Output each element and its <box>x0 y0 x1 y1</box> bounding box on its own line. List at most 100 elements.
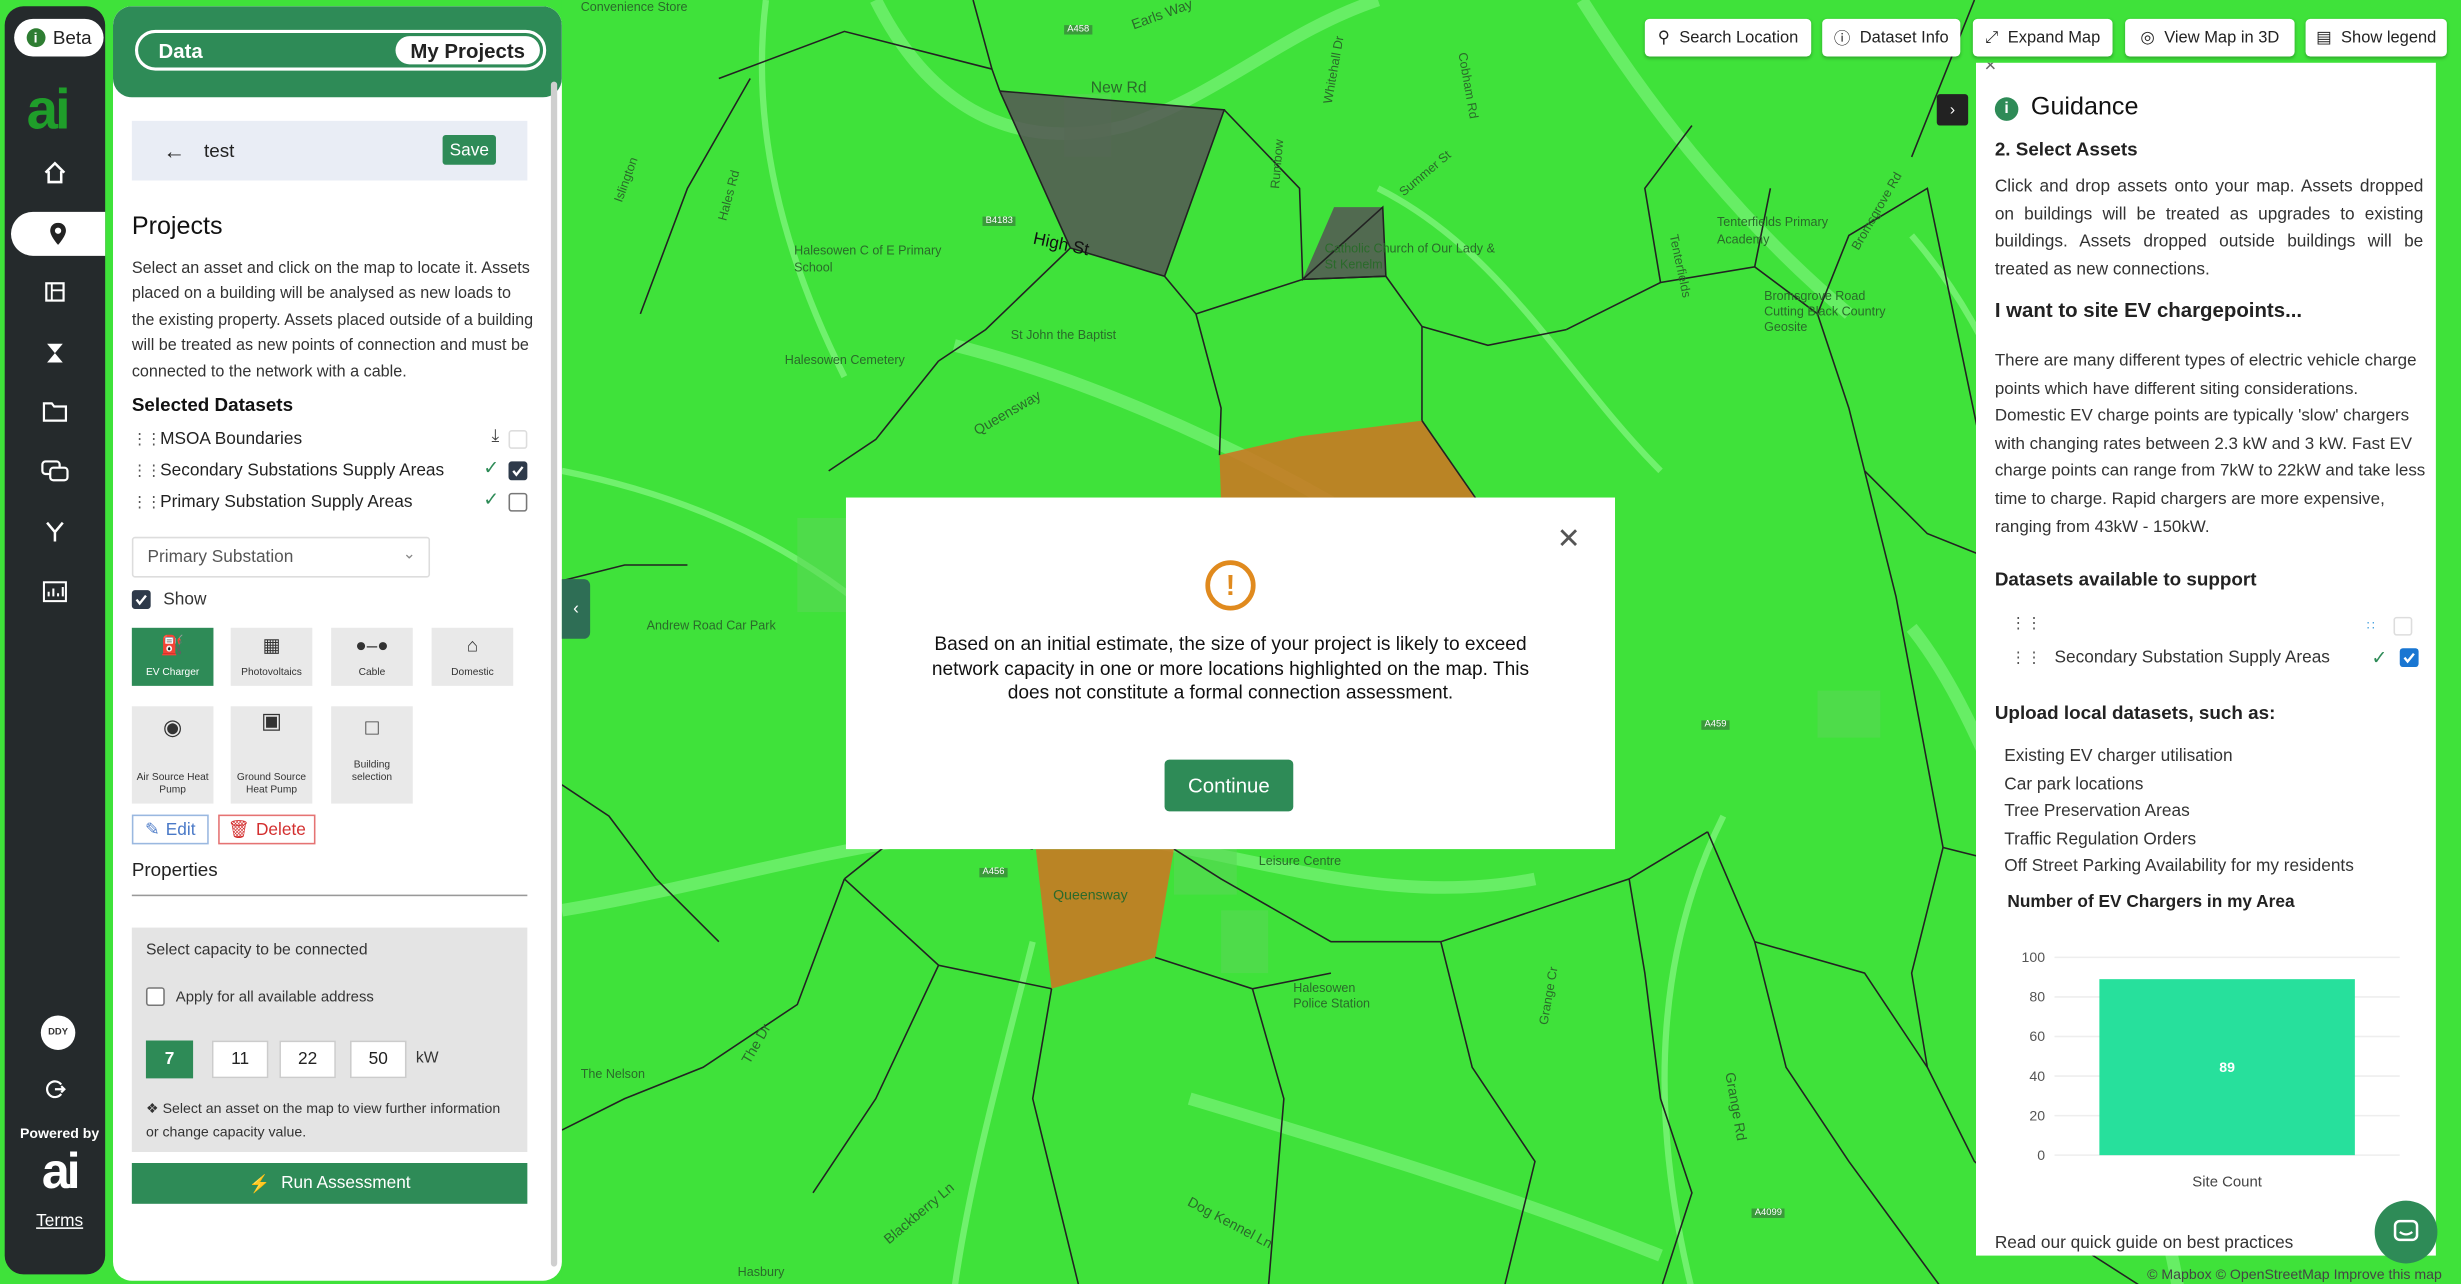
tab-my-projects[interactable]: My Projects <box>395 36 540 65</box>
download-icon[interactable]: ⤓ <box>491 427 499 447</box>
terms-link[interactable]: Terms <box>5 1212 115 1231</box>
nav-chat[interactable] <box>5 449 105 493</box>
delete-button[interactable]: 🗑 Delete <box>218 814 316 845</box>
upload-item: Car park locations <box>2004 774 2144 794</box>
close-icon[interactable]: ✕ <box>1557 523 1581 556</box>
info-icon: ❖ <box>145 1100 163 1116</box>
globe-icon: ◎ <box>2140 28 2155 48</box>
nav-hourglass[interactable] <box>5 331 105 375</box>
road-shield: A456 <box>979 867 1008 878</box>
save-button[interactable]: Save <box>442 134 496 165</box>
expand-map-button[interactable]: ⤢ Expand Map <box>1972 18 2113 57</box>
kw-option-50[interactable]: 50 <box>349 1040 407 1079</box>
search-location-button[interactable]: ⚲ Search Location <box>1644 18 1812 57</box>
asset-building-selection[interactable]: □ Building selection <box>331 706 413 804</box>
asset-ground-source-heat-pump[interactable]: ▣ Ground Source Heat Pump <box>230 706 313 804</box>
y-tick-label: 100 <box>2022 949 2046 965</box>
map-label: Andrew Road Car Park <box>646 618 776 633</box>
capacity-note-text: Select an asset on the map to view furth… <box>145 1100 501 1139</box>
run-assessment-button[interactable]: ⚡ Run Assessment <box>131 1162 528 1204</box>
best-practices-link[interactable]: Read our quick guide on best practices <box>1995 1234 2293 1253</box>
view-3d-button[interactable]: ◎ View Map in 3D <box>2125 18 2295 57</box>
asset-ev-charger[interactable]: ⛽ EV Charger <box>131 627 214 686</box>
show-legend-button[interactable]: ▤ Show legend <box>2305 18 2447 57</box>
map-label: St John the Baptist <box>1010 328 1117 343</box>
kw-option-7[interactable]: 7 <box>145 1040 194 1079</box>
asset-photovoltaics[interactable]: ▦ Photovoltaics <box>230 627 313 686</box>
search-icon: ⚲ <box>1657 28 1670 48</box>
guidance-header: i Guidance <box>1994 94 2138 122</box>
drag-handle-icon[interactable]: ⋮⋮ <box>132 494 162 511</box>
support-dataset-checkbox[interactable] <box>2399 648 2419 668</box>
asset-domestic[interactable]: ⌂ Domestic <box>431 627 514 686</box>
drag-handle-icon[interactable]: ⋮⋮ <box>132 431 162 448</box>
dataset-label: Primary Substation Supply Areas <box>160 492 413 512</box>
kw-option-11[interactable]: 11 <box>211 1040 269 1079</box>
nav-map[interactable] <box>5 270 105 314</box>
app-logo[interactable]: ai <box>27 81 71 139</box>
nav-folder[interactable] <box>5 389 105 433</box>
show-checkbox[interactable] <box>131 590 151 609</box>
capacity-box: Select capacity to be connected Apply fo… <box>131 927 528 1153</box>
upload-item: Traffic Regulation Orders <box>2004 829 2197 849</box>
dataset-checkbox[interactable] <box>2393 616 2413 636</box>
map-label: Halesowen Cemetery <box>784 353 905 368</box>
map-label: Bromsgrove Road Cutting Black Country Ge… <box>1764 288 1886 335</box>
dataset-checkbox[interactable] <box>508 492 528 512</box>
building-selection-icon: □ <box>365 714 379 740</box>
upload-item: Tree Preservation Areas <box>2004 802 2190 822</box>
project-name[interactable]: test <box>204 140 234 162</box>
dataset-info-button[interactable]: ⓘ Dataset Info <box>1822 18 1961 57</box>
checkmark-icon <box>2403 652 2415 664</box>
edit-button[interactable]: ✎ Edit <box>131 814 209 845</box>
dataset-row[interactable]: ⋮⋮ Primary Substation Supply Areas ✓ <box>132 488 534 516</box>
chat-bubble-icon <box>2393 1219 2419 1242</box>
map-label: Halesowen Police Station <box>1293 980 1371 1011</box>
nav-merge[interactable] <box>5 510 105 554</box>
asset-label: Ground Source Heat Pump <box>236 772 307 796</box>
nav-map-pin[interactable] <box>10 211 106 256</box>
guidance-toggle-button[interactable]: › <box>1936 94 1969 126</box>
avatar[interactable]: DDY <box>40 1015 76 1050</box>
upload-item: Off Street Parking Availability for my r… <box>2004 857 2354 877</box>
dataset-row[interactable]: ⋮⋮ Secondary Substations Supply Areas ✓ <box>132 457 534 485</box>
drag-handle-icon[interactable]: ⋮⋮ <box>132 462 162 479</box>
capacity-title: Select capacity to be connected <box>145 941 368 959</box>
nav-chart[interactable] <box>5 570 105 614</box>
apply-all-checkbox[interactable] <box>145 987 165 1007</box>
dataset-label: MSOA Boundaries <box>160 430 303 449</box>
cable-icon: ●–● <box>355 634 389 657</box>
panel-scrollbar[interactable] <box>550 81 558 1267</box>
chat-support-button[interactable] <box>2374 1200 2438 1264</box>
map-label: Halesowen C of E Primary School <box>794 243 942 275</box>
apply-all-toggle[interactable]: Apply for all available address <box>145 987 374 1007</box>
search-location-label: Search Location <box>1679 28 1799 48</box>
house-icon: ⌂ <box>466 634 479 657</box>
nav-home[interactable] <box>5 151 105 195</box>
drag-handle-icon[interactable]: ⋮⋮ <box>2011 649 2042 666</box>
drag-handle-icon[interactable]: ⋮⋮ <box>2011 615 2042 632</box>
close-icon[interactable]: ✕ <box>1984 63 1997 76</box>
run-assessment-label: Run Assessment <box>281 1173 411 1193</box>
tab-data[interactable]: Data <box>138 38 373 62</box>
panel-header: Data My Projects <box>113 6 562 98</box>
support-dataset-row[interactable]: ⋮⋮ Secondary Substation Supply Areas ✓ <box>2011 647 2419 669</box>
show-toggle[interactable]: Show <box>131 590 206 609</box>
asset-cable[interactable]: ●–● Cable <box>331 627 413 686</box>
capacity-warning-modal: ✕ ! Based on an initial estimate, the si… <box>845 497 1616 850</box>
y-tick-label: 0 <box>2037 1147 2045 1163</box>
logout-button[interactable] <box>5 1067 105 1111</box>
map-attribution[interactable]: © Mapbox © OpenStreetMap Improve this ma… <box>2147 1267 2442 1283</box>
layer-select[interactable]: Primary Substation ⌄ <box>131 536 431 578</box>
dataset-row[interactable]: ⋮⋮ MSOA Boundaries ⤓ <box>132 425 534 453</box>
data-projects-toggle: Data My Projects <box>134 29 547 71</box>
dataset-checkbox[interactable] <box>508 430 528 449</box>
kw-option-22[interactable]: 22 <box>279 1040 336 1079</box>
continue-button[interactable]: Continue <box>1164 759 1294 812</box>
asset-air-source-heat-pump[interactable]: ◉ Air Source Heat Pump <box>131 706 214 804</box>
left-nav-rail: i Beta ai DDY Powered by ai Terms <box>4 6 106 1275</box>
back-arrow-icon[interactable]: ← <box>163 138 185 163</box>
dataset-checkbox[interactable] <box>508 461 528 481</box>
collapse-panel-button[interactable]: ‹ <box>561 579 591 639</box>
powered-by-logo: ai <box>41 1142 81 1200</box>
